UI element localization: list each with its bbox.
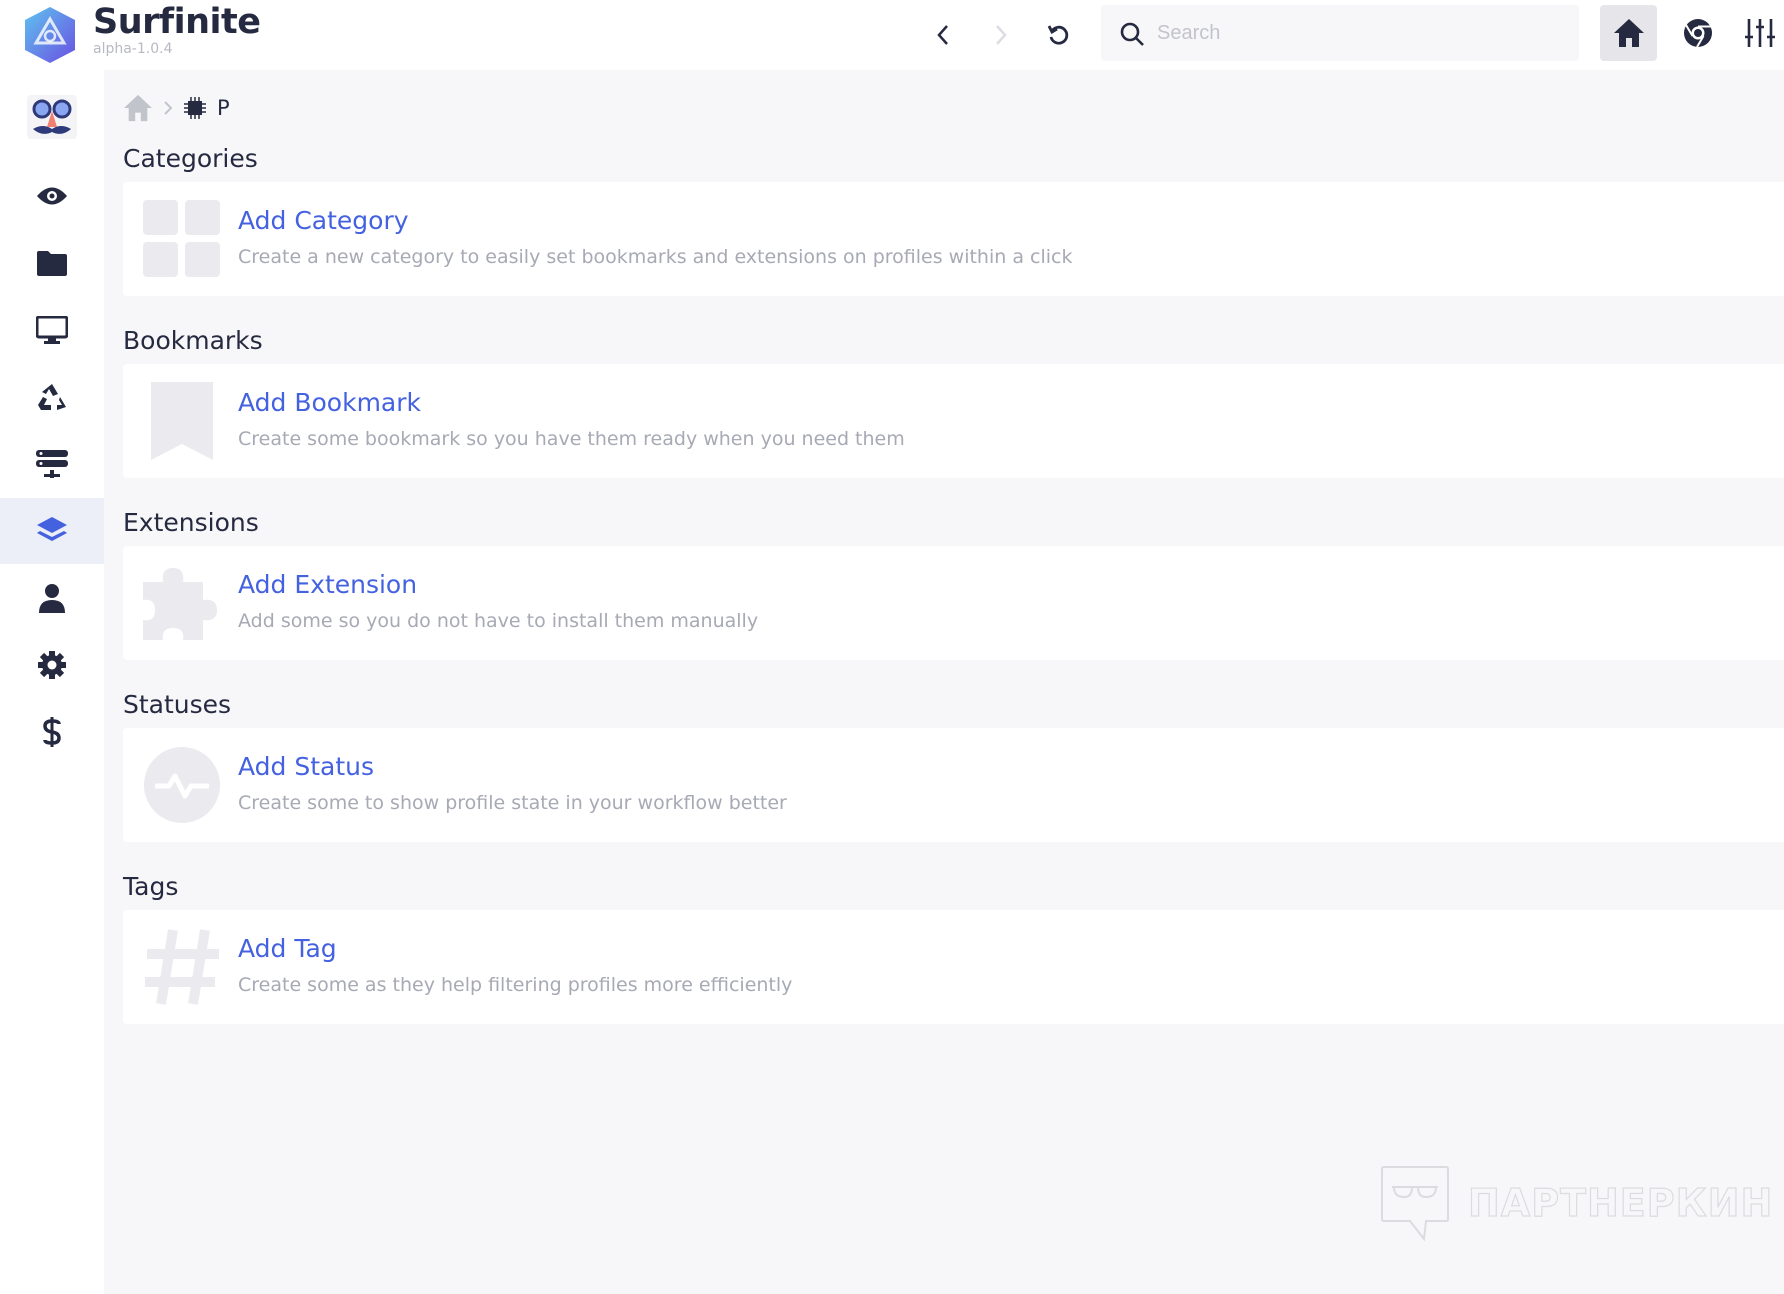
recycle-icon [38,384,66,410]
back-button[interactable] [928,20,958,50]
watermark-text: ПАРТНЕРКИН [1467,1180,1774,1225]
breadcrumb: P [123,94,230,122]
sidebar-item-trash[interactable] [0,364,104,430]
reload-button[interactable] [1043,20,1073,50]
home-icon [1613,19,1644,47]
add-bookmark-card[interactable]: Add Bookmark Create some bookmark so you… [123,364,1784,478]
top-bar: Surfinite alpha-1.0.4 [0,0,1784,70]
surfinite-logo-icon [25,7,75,63]
home-button[interactable] [1600,5,1657,61]
sidebar-item-folders[interactable] [0,230,104,296]
disguise-mask-icon [27,95,77,139]
user-icon [39,584,65,613]
puzzle-icon [143,568,217,640]
sidebar-item-proxies[interactable] [0,431,104,497]
desktop-icon [36,316,68,344]
add-tag-link[interactable]: Add Tag [238,934,337,963]
profile-avatar[interactable] [0,84,104,150]
eye-icon [37,187,67,205]
chip-icon [184,97,206,119]
add-status-card[interactable]: Add Status Create some to show profile s… [123,728,1784,842]
app-name: Surfinite [93,2,261,42]
watermark-logo-icon [1381,1166,1449,1241]
sidebar-item-overview[interactable] [0,163,104,229]
layers-icon [37,517,67,541]
sidebar-item-profiles[interactable] [0,297,104,363]
section-heading-extensions: Extensions [123,508,259,537]
watermark: ПАРТНЕРКИН [1380,1165,1773,1241]
add-status-description: Create some to show profile state in you… [238,792,787,814]
add-extension-card[interactable]: Add Extension Add some so you do not hav… [123,546,1784,660]
sidebar-item-resources[interactable] [0,498,104,564]
folder-icon [37,251,67,276]
add-bookmark-description: Create some bookmark so you have them re… [238,428,905,450]
search-input[interactable] [1157,5,1557,61]
breadcrumb-current: P [217,96,230,120]
section-heading-tags: Tags [123,872,179,901]
chevron-right-icon [164,101,173,115]
hashtag-icon [145,929,219,1005]
home-crumb-icon[interactable] [123,94,153,122]
chrome-button[interactable] [1669,5,1726,61]
settings-sliders-button[interactable] [1736,5,1784,61]
sidebar-item-settings[interactable] [0,632,104,698]
sidebar-item-billing[interactable] [0,699,104,765]
sidebar-item-account[interactable] [0,565,104,631]
section-heading-categories: Categories [123,144,258,173]
chevron-right-icon [996,25,1007,45]
add-tag-card[interactable]: Add Tag Create some as they help filteri… [123,910,1784,1024]
server-list-icon [36,450,68,478]
bookmark-icon [151,382,213,460]
main-content: P Categories Add Category Create a new c… [104,70,1784,1294]
sliders-icon [1745,19,1775,47]
add-extension-link[interactable]: Add Extension [238,570,417,599]
section-heading-statuses: Statuses [123,690,232,719]
grid-icon [143,200,220,277]
reload-icon [1047,25,1069,45]
section-heading-bookmarks: Bookmarks [123,326,263,355]
search-icon [1120,22,1144,46]
chrome-icon [1683,19,1712,48]
sidebar [0,70,104,1294]
add-category-card[interactable]: Add Category Create a new category to ea… [123,182,1784,296]
dollar-icon [43,717,61,747]
search-box [1101,5,1579,61]
gear-icon [38,651,66,679]
heartbeat-icon [144,747,220,823]
app-version: alpha-1.0.4 [93,41,173,57]
add-bookmark-link[interactable]: Add Bookmark [238,388,421,417]
forward-button[interactable] [986,20,1016,50]
add-category-description: Create a new category to easily set book… [238,246,1073,268]
chevron-left-icon [937,25,948,45]
add-status-link[interactable]: Add Status [238,752,374,781]
add-tag-description: Create some as they help filtering profi… [238,974,793,996]
add-category-link[interactable]: Add Category [238,206,409,235]
add-extension-description: Add some so you do not have to install t… [238,610,759,632]
